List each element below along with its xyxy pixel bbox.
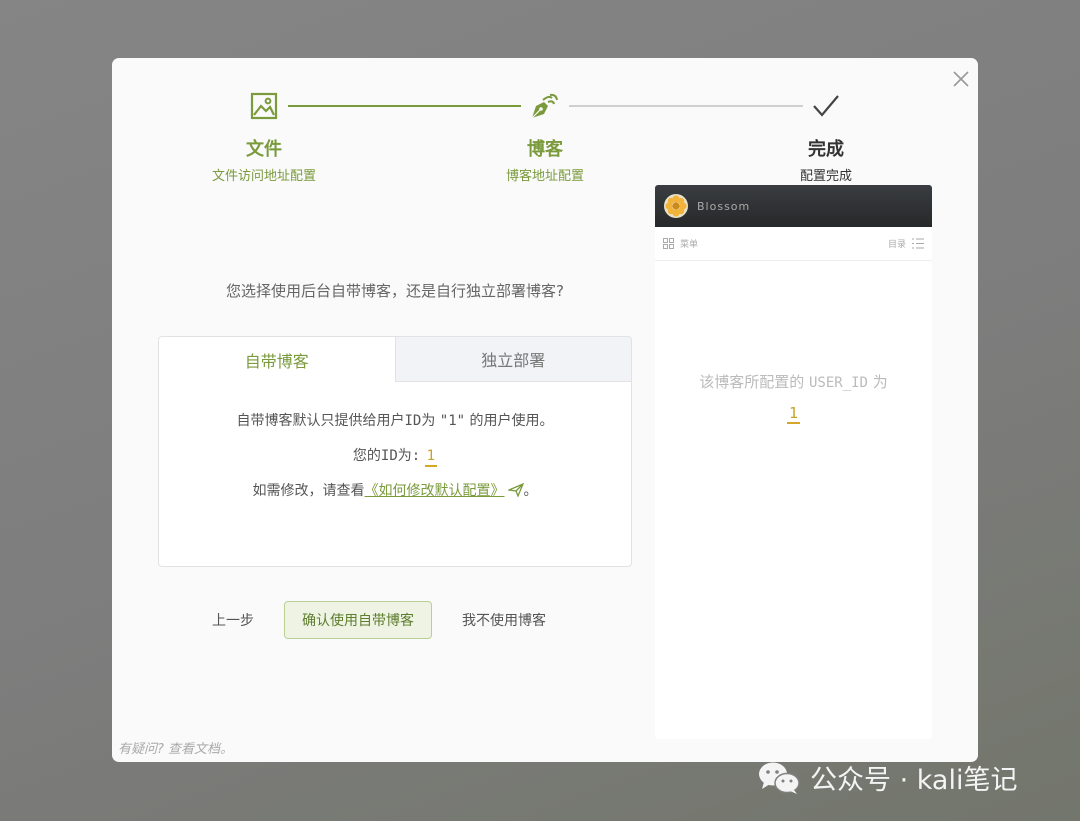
blossom-logo-icon <box>664 194 688 218</box>
panel-content: 自带博客默认只提供给用户ID为 "1" 的用户使用。 您的ID为: 1 如需修改… <box>159 382 631 509</box>
previous-step-button[interactable]: 上一步 <box>212 610 254 630</box>
description-text: 的用户使用。 <box>465 413 554 429</box>
step-subtitle-done: 配置完成 <box>799 169 852 184</box>
preview-toc-label: 目录 <box>887 240 906 250</box>
description-text: 为 <box>421 413 440 429</box>
action-bar: 上一步 确认使用自带博客 我不使用博客 <box>212 601 546 639</box>
step-connector-2 <box>569 105 803 107</box>
preview-brand-name: Blossom <box>697 199 751 213</box>
modify-hint-line: 如需修改，请查看《如何修改默认配置》 。 <box>159 474 631 509</box>
user-one-text: "1" <box>439 413 466 429</box>
tab-builtin-blog[interactable]: 自带博客 <box>159 337 395 382</box>
step-subtitle-file: 文件访问地址配置 <box>211 169 316 184</box>
user-id-code: USER_ID <box>808 375 868 391</box>
decline-blog-button[interactable]: 我不使用博客 <box>462 610 546 630</box>
checkmark-icon <box>813 95 839 117</box>
preview-menu[interactable]: 菜单 <box>663 237 698 250</box>
your-id-line: 您的ID为: 1 <box>159 439 631 474</box>
step-title-done: 完成 <box>808 139 844 160</box>
step-title-blog: 博客 <box>527 139 563 160</box>
list-icon <box>912 238 924 249</box>
description-text: 自带博客默认只提供给用户 <box>236 413 405 429</box>
modify-config-doc-link[interactable]: 《如何修改默认配置》 <box>364 482 524 499</box>
pen-nib-icon <box>531 93 558 119</box>
tab-standalone-deploy[interactable]: 独立部署 <box>394 337 631 382</box>
preview-user-id-value: 1 <box>786 404 801 424</box>
preview-message-text: 为 <box>868 373 888 391</box>
step-connector-1 <box>288 105 521 107</box>
preview-user-id-message: 该博客所配置的 USER_ID 为 1 <box>655 367 932 428</box>
send-icon <box>506 482 524 498</box>
blog-choice-question: 您选择使用后台自带博客，还是自行独立部署博客? <box>226 282 564 300</box>
preview-toc[interactable]: 目录 <box>888 237 924 250</box>
grid-menu-icon <box>663 238 674 249</box>
tab-bar: 自带博客 独立部署 <box>159 337 631 382</box>
preview-header: Blossom <box>655 185 932 227</box>
id-text: ID <box>404 413 422 429</box>
step-title-file: 文件 <box>246 139 282 160</box>
blog-preview: Blossom 菜单 目录 该博客所配置的 USER_ID 为 1 <box>655 185 932 739</box>
modify-hint-text: 如需修改，请查看 <box>252 483 365 499</box>
image-icon <box>250 92 278 120</box>
wechat-watermark: 公众号 · kali笔记 <box>758 758 1017 797</box>
doc-link-label: 《如何修改默认配置》 <box>364 483 505 499</box>
builtin-blog-description: 自带博客默认只提供给用户ID为 "1" 的用户使用。 <box>159 404 631 439</box>
confirm-builtin-blog-button[interactable]: 确认使用自带博客 <box>284 601 432 639</box>
preview-message-text: 该博客所配置的 <box>699 373 809 391</box>
step-subtitle-blog: 博客地址配置 <box>505 169 584 184</box>
config-modal: 文件 文件访问地址配置 博客 博客地址配置 完成 配置完成 您选择使用后台自带博… <box>112 58 978 762</box>
preview-menu-label: 菜单 <box>680 240 699 250</box>
user-id-value: 1 <box>424 447 438 467</box>
your-id-label: 您的ID为: <box>352 448 421 464</box>
blog-option-panel: 自带博客 独立部署 自带博客默认只提供给用户ID为 "1" 的用户使用。 您的I… <box>158 336 632 567</box>
step-indicator: 文件 文件访问地址配置 博客 博客地址配置 完成 配置完成 <box>112 58 978 188</box>
preview-toolbar: 菜单 目录 <box>655 227 932 261</box>
help-docs-link[interactable]: 有疑问? 查看文档。 <box>118 738 233 757</box>
wechat-icon <box>759 762 800 794</box>
watermark-text: 公众号 · kali笔记 <box>810 765 1018 796</box>
modify-hint-text: 。 <box>523 483 538 499</box>
